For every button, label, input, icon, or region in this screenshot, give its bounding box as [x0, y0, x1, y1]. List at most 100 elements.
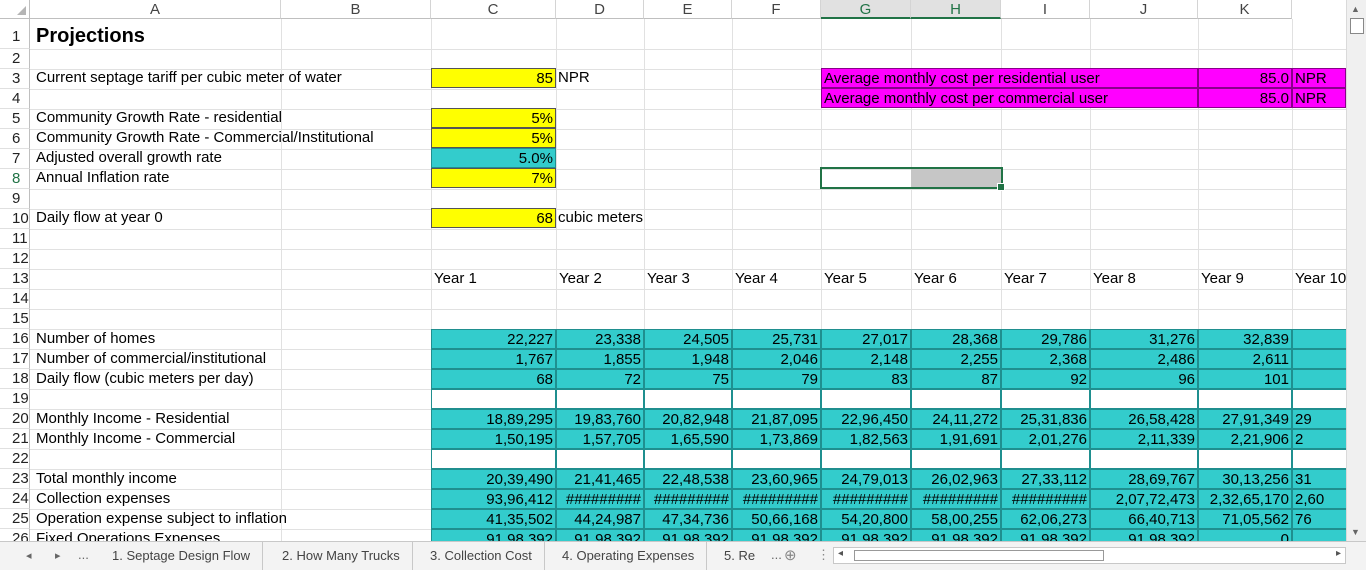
tariff-unit[interactable]: NPR [556, 68, 646, 88]
row-header-12[interactable]: 12 [0, 249, 30, 269]
table-cell[interactable]: 68 [431, 369, 556, 389]
table-cell[interactable]: ######### [911, 489, 1001, 509]
table-cell[interactable] [821, 449, 911, 469]
row-label[interactable]: Collection expenses [34, 489, 430, 509]
year-header[interactable]: Year 1 [432, 269, 556, 289]
table-cell[interactable]: 91,98,392 [431, 529, 556, 541]
table-cell[interactable] [1198, 389, 1292, 409]
table-cell[interactable] [1292, 389, 1346, 409]
column-header-b[interactable]: B [281, 0, 431, 19]
table-cell[interactable]: 31 [1292, 469, 1346, 489]
table-cell[interactable]: 1,73,869 [732, 429, 821, 449]
sheet-tab[interactable]: 1. Septage Design Flow [100, 542, 264, 570]
row-header-18[interactable]: 18 [0, 369, 30, 389]
row-header-7[interactable]: 7 [0, 149, 30, 169]
year-header[interactable]: Year 5 [822, 269, 911, 289]
year-header[interactable]: Year 6 [912, 269, 1001, 289]
row-label[interactable]: Daily flow (cubic meters per day) [34, 369, 430, 389]
more-sheets-right[interactable]: ... [771, 547, 782, 562]
row-header-6[interactable]: 6 [0, 129, 30, 149]
row-header-21[interactable]: 21 [0, 429, 30, 449]
table-cell[interactable]: ######### [821, 489, 911, 509]
avg-cost-residential-value[interactable]: 85.0 [1198, 68, 1292, 88]
table-cell[interactable]: 26,58,428 [1090, 409, 1198, 429]
table-cell[interactable] [556, 389, 644, 409]
year-header[interactable]: Year 7 [1002, 269, 1090, 289]
column-header-k[interactable]: K [1198, 0, 1292, 19]
scroll-left-icon[interactable]: ◂ [838, 548, 843, 559]
table-cell[interactable]: 72 [556, 369, 644, 389]
table-cell[interactable] [911, 449, 1001, 469]
growth-res-label[interactable]: Community Growth Rate - residential [34, 108, 430, 128]
vertical-scroll-thumb[interactable] [1350, 18, 1364, 34]
add-sheet-icon[interactable]: ⊕ [784, 546, 797, 564]
table-cell[interactable]: ######### [556, 489, 644, 509]
horizontal-scroll-thumb[interactable] [854, 550, 1104, 561]
sheet-title[interactable]: Projections [34, 21, 434, 51]
table-cell[interactable]: 1,91,691 [911, 429, 1001, 449]
row-header-4[interactable]: 4 [0, 89, 30, 109]
table-cell[interactable]: ######### [1001, 489, 1090, 509]
table-cell[interactable]: 101 [1198, 369, 1292, 389]
table-cell[interactable]: 22,96,450 [821, 409, 911, 429]
table-cell[interactable] [1090, 449, 1198, 469]
row-label[interactable] [34, 389, 430, 409]
table-cell[interactable]: 21,41,465 [556, 469, 644, 489]
table-cell[interactable]: 1,50,195 [431, 429, 556, 449]
table-cell[interactable]: 1,855 [556, 349, 644, 369]
year-header[interactable]: Year 4 [733, 269, 821, 289]
table-cell[interactable]: 91,98,392 [732, 529, 821, 541]
year-header[interactable]: Year 2 [557, 269, 644, 289]
tariff-input[interactable]: 85 [431, 68, 556, 88]
row-label[interactable]: Monthly Income - Residential [34, 409, 430, 429]
table-cell[interactable]: 2,046 [732, 349, 821, 369]
column-header-e[interactable]: E [644, 0, 732, 19]
table-cell[interactable] [1198, 449, 1292, 469]
table-cell[interactable]: 25,31,836 [1001, 409, 1090, 429]
year-header[interactable]: Year 8 [1091, 269, 1198, 289]
row-header-22[interactable]: 22 [0, 449, 30, 469]
table-cell[interactable]: 87 [911, 369, 1001, 389]
table-cell[interactable]: 41,35,502 [431, 509, 556, 529]
table-cell[interactable]: 47,34,736 [644, 509, 732, 529]
table-cell[interactable]: 91,98,392 [644, 529, 732, 541]
table-cell[interactable]: 2,11,339 [1090, 429, 1198, 449]
row-header-23[interactable]: 23 [0, 469, 30, 489]
row-header-5[interactable]: 5 [0, 109, 30, 129]
table-cell[interactable]: 2,611 [1198, 349, 1292, 369]
row-label[interactable]: Operation expense subject to inflation [34, 509, 430, 529]
row-header-13[interactable]: 13 [0, 269, 30, 289]
table-cell[interactable]: 30,13,256 [1198, 469, 1292, 489]
table-cell[interactable]: 22,227 [431, 329, 556, 349]
sheet-tab[interactable]: 3. Collection Cost [418, 542, 545, 570]
table-cell[interactable] [732, 389, 821, 409]
table-cell[interactable]: 71,05,562 [1198, 509, 1292, 529]
growth-com-input[interactable]: 5% [431, 128, 556, 148]
sheet-tab[interactable]: 5. Re [712, 542, 767, 570]
row-header-8[interactable]: 8 [0, 169, 30, 189]
table-cell[interactable]: 2 [1292, 429, 1346, 449]
table-cell[interactable]: 1,82,563 [821, 429, 911, 449]
table-cell[interactable]: 20,39,490 [431, 469, 556, 489]
table-cell[interactable]: 2,368 [1001, 349, 1090, 369]
table-cell[interactable]: 28,69,767 [1090, 469, 1198, 489]
prev-sheet-icon[interactable]: ◂ [26, 549, 32, 562]
column-header-f[interactable]: F [732, 0, 821, 19]
adjusted-growth-value[interactable]: 5.0% [431, 148, 556, 168]
table-cell[interactable]: 2,01,276 [1001, 429, 1090, 449]
table-cell[interactable]: 76 [1292, 509, 1346, 529]
table-cell[interactable]: 58,00,255 [911, 509, 1001, 529]
growth-com-label[interactable]: Community Growth Rate - Commercial/Insti… [34, 128, 430, 148]
row-header-20[interactable]: 20 [0, 409, 30, 429]
row-header-9[interactable]: 9 [0, 189, 30, 209]
table-cell[interactable]: ######### [644, 489, 732, 509]
table-cell[interactable]: 20,82,948 [644, 409, 732, 429]
table-cell[interactable] [1292, 329, 1346, 349]
row-label[interactable] [34, 449, 430, 469]
table-cell[interactable]: 27,017 [821, 329, 911, 349]
row-header-14[interactable]: 14 [0, 289, 30, 309]
table-cell[interactable]: 22,48,538 [644, 469, 732, 489]
table-cell[interactable]: 1,948 [644, 349, 732, 369]
column-header-a[interactable]: A [30, 0, 281, 19]
table-cell[interactable]: 31,276 [1090, 329, 1198, 349]
